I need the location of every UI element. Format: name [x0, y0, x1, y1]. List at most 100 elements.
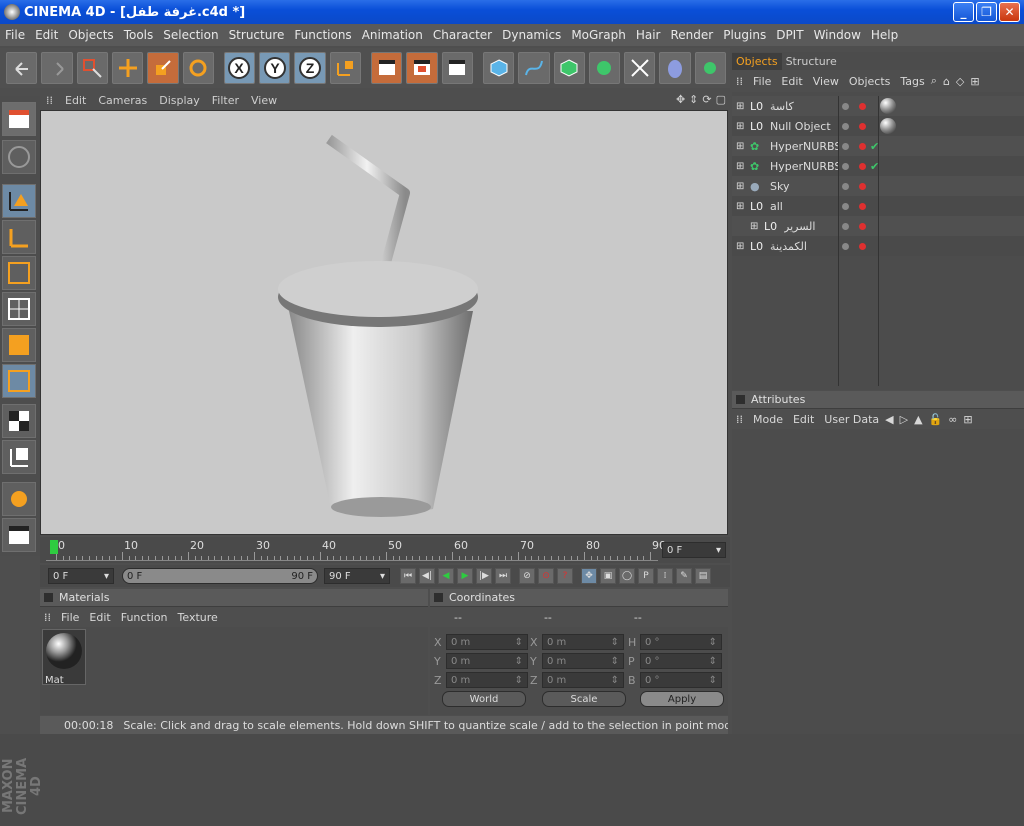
- lock-icon[interactable]: 🔓: [929, 413, 943, 426]
- autokey-icon[interactable]: ⊙: [538, 568, 554, 584]
- home-icon[interactable]: ⌂: [943, 75, 950, 88]
- render-visibility-dot[interactable]: [859, 182, 866, 190]
- scene-icon[interactable]: [659, 52, 691, 84]
- attributes-grip[interactable]: ⁞⁞: [736, 413, 743, 426]
- coord-input[interactable]: 0 m ⇕: [542, 634, 624, 650]
- points-mode-icon[interactable]: [2, 256, 36, 290]
- attributes-menu-mode[interactable]: Mode: [753, 413, 783, 426]
- materials-menu-file[interactable]: File: [61, 611, 79, 624]
- move-icon[interactable]: [111, 52, 144, 84]
- frame-start-field[interactable]: 0 F ▾: [48, 568, 114, 584]
- menu-character[interactable]: Character: [428, 28, 497, 42]
- polygons-mode-icon[interactable]: [2, 328, 36, 362]
- rotate-icon[interactable]: [182, 52, 214, 84]
- menu-plugins[interactable]: Plugins: [718, 28, 771, 42]
- eye-icon[interactable]: ◇: [956, 75, 964, 88]
- link-icon[interactable]: ∞: [948, 413, 957, 426]
- objects-grip[interactable]: ⁞⁞: [736, 75, 743, 88]
- axis-mode-icon[interactable]: [2, 220, 36, 254]
- redo-icon[interactable]: [41, 52, 73, 84]
- nurbs-icon[interactable]: [553, 52, 585, 84]
- materials-menu-function[interactable]: Function: [121, 611, 168, 624]
- material-item[interactable]: Mat: [42, 629, 86, 686]
- materials-menu-edit[interactable]: Edit: [89, 611, 110, 624]
- render-visibility-dot[interactable]: [859, 142, 866, 150]
- play-back-icon[interactable]: ◀: [438, 568, 454, 584]
- objects-menu-view[interactable]: View: [813, 75, 839, 88]
- coord-type-select[interactable]: Scale: [542, 691, 626, 707]
- menu-functions[interactable]: Functions: [289, 28, 356, 42]
- timeline[interactable]: 0 10 20 30 40 50 60 70 80 90 0 F ▾: [40, 537, 730, 563]
- editor-visibility-dot[interactable]: [842, 142, 849, 150]
- new-attr-icon[interactable]: ⊞: [963, 413, 972, 426]
- objects-menu-file[interactable]: File: [753, 75, 771, 88]
- render-region-icon[interactable]: [406, 52, 438, 84]
- current-frame-field[interactable]: 0 F ▾: [662, 542, 726, 558]
- viewport-menu-edit[interactable]: Edit: [65, 94, 86, 107]
- materials-menu-texture[interactable]: Texture: [178, 611, 218, 624]
- expand-icon[interactable]: ⊞: [736, 201, 748, 212]
- viewport-menu-filter[interactable]: Filter: [212, 94, 239, 107]
- viewport-menu-cameras[interactable]: Cameras: [98, 94, 147, 107]
- menu-window[interactable]: Window: [809, 28, 866, 42]
- sphere-grid-icon[interactable]: [2, 140, 36, 174]
- timeline-ruler[interactable]: 0 10 20 30 40 50 60 70 80 90: [46, 539, 666, 561]
- up-arrow-icon[interactable]: ▲: [914, 413, 922, 426]
- layout-icon[interactable]: [2, 102, 36, 136]
- objects-menu-objects[interactable]: Objects: [849, 75, 891, 88]
- light-icon[interactable]: [694, 52, 727, 84]
- render-visibility-dot[interactable]: [859, 242, 866, 250]
- go-start-icon[interactable]: ⏮: [400, 568, 416, 584]
- coordinate-system-icon[interactable]: [329, 52, 362, 84]
- cube-icon[interactable]: [482, 52, 515, 84]
- live-select-icon[interactable]: [76, 52, 108, 84]
- key-param-icon[interactable]: P: [638, 568, 654, 584]
- viewport-zoom-icon[interactable]: ⇕: [689, 93, 698, 106]
- expand-icon[interactable]: ⊞: [736, 121, 748, 132]
- key-scale-icon[interactable]: ▣: [600, 568, 616, 584]
- help-icon[interactable]: ?: [557, 568, 573, 584]
- search-icon[interactable]: ⌕: [931, 74, 937, 88]
- coord-input[interactable]: 0 ° ⇕: [640, 634, 722, 650]
- attributes-menu-edit[interactable]: Edit: [793, 413, 814, 426]
- key-rotate-icon[interactable]: ◯: [619, 568, 635, 584]
- menu-animation[interactable]: Animation: [357, 28, 428, 42]
- coord-input[interactable]: 0 m ⇕: [446, 672, 528, 688]
- key-scheme-icon[interactable]: ▤: [695, 568, 711, 584]
- spline-icon[interactable]: [518, 52, 550, 84]
- render-visibility-dot[interactable]: [859, 162, 866, 170]
- render-visibility-dot[interactable]: [859, 222, 866, 230]
- tab-objects[interactable]: Objects: [732, 53, 782, 70]
- expand-icon[interactable]: ⊞: [736, 141, 748, 152]
- object-mode-icon[interactable]: [2, 184, 36, 218]
- expand-icon[interactable]: ⊞: [750, 221, 762, 232]
- z-axis-icon[interactable]: Z: [294, 52, 326, 84]
- coord-input[interactable]: 0 ° ⇕: [640, 672, 722, 688]
- play-icon[interactable]: ▶: [457, 568, 473, 584]
- 3d-viewport[interactable]: [40, 110, 728, 535]
- editor-visibility-dot[interactable]: [842, 202, 849, 210]
- menu-objects[interactable]: Objects: [63, 28, 118, 42]
- timeline-cursor[interactable]: [50, 540, 58, 554]
- editor-visibility-dot[interactable]: [842, 242, 849, 250]
- deformer-icon[interactable]: [624, 52, 656, 84]
- menu-hair[interactable]: Hair: [631, 28, 666, 42]
- undo-icon[interactable]: [6, 52, 38, 84]
- menu-structure[interactable]: Structure: [224, 28, 290, 42]
- coord-input[interactable]: 0 m ⇕: [542, 672, 624, 688]
- material-tag-icon[interactable]: [880, 118, 896, 134]
- maximize-button[interactable]: ❐: [976, 2, 997, 22]
- objects-menu-tags[interactable]: Tags: [900, 75, 924, 88]
- menu-render[interactable]: Render: [665, 28, 718, 42]
- render-visibility-dot[interactable]: [859, 202, 866, 210]
- menu-tools[interactable]: Tools: [119, 28, 159, 42]
- objects-menu-edit[interactable]: Edit: [781, 75, 802, 88]
- minimize-button[interactable]: _: [953, 2, 974, 22]
- forward-arrow-icon[interactable]: ▷: [900, 413, 908, 426]
- expand-icon[interactable]: ⊞: [736, 101, 748, 112]
- editor-visibility-dot[interactable]: [842, 122, 849, 130]
- tab-structure[interactable]: Structure: [782, 53, 841, 70]
- viewport-move-icon[interactable]: ✥: [676, 93, 685, 106]
- record-icon[interactable]: ⊘: [519, 568, 535, 584]
- editor-visibility-dot[interactable]: [842, 162, 849, 170]
